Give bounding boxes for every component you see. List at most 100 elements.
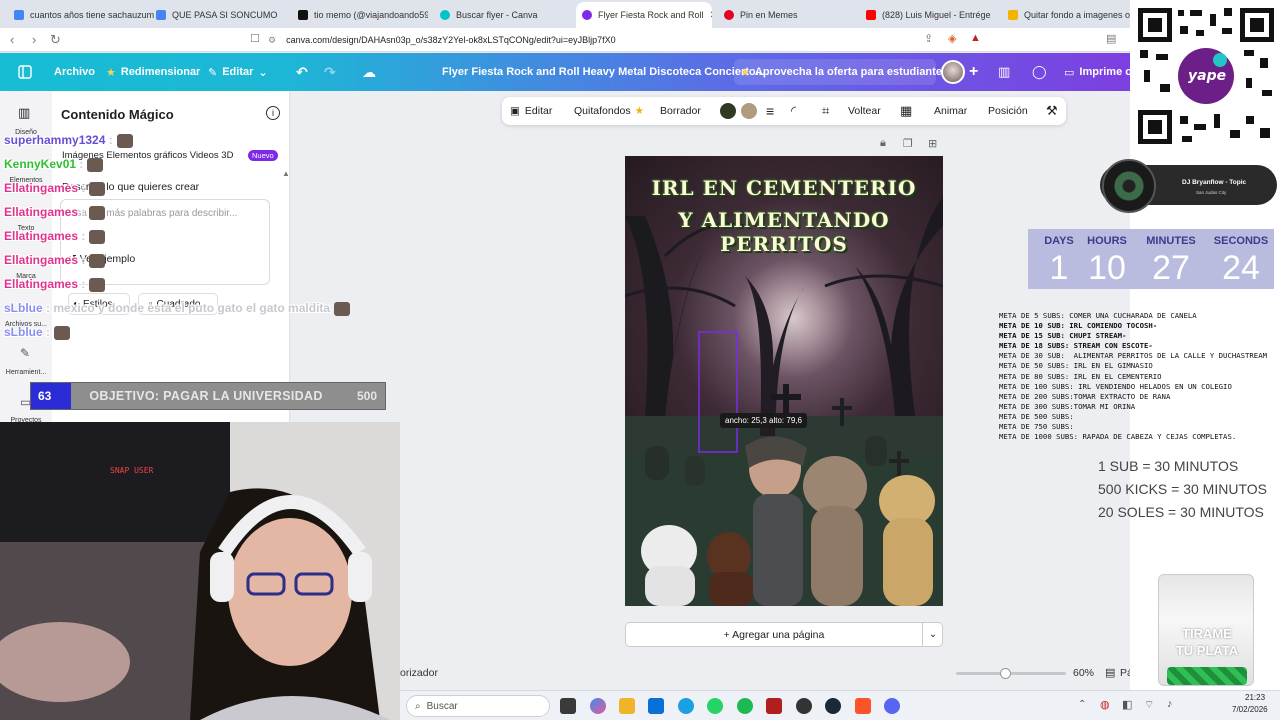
zoom-level[interactable]: 60% [1073, 667, 1094, 679]
document-title[interactable]: Flyer Fiesta Rock and Roll Heavy Metal D… [442, 53, 765, 91]
site-info-icon[interactable]: ⚙ [268, 35, 276, 46]
flyer-canvas[interactable]: IRL EN CEMENTERIO Y ALIMENTANDO PERRITOS [625, 156, 943, 606]
eraser-button[interactable]: Borrador [660, 97, 701, 125]
countdown-minutes: MINUTES 27 [1140, 229, 1202, 288]
chat-text: : [81, 205, 86, 219]
selection-size-tooltip: ancho: 25,3 alto: 79,6 [720, 413, 807, 428]
browser-tab[interactable]: QUE PASA SI SONCUMO MUC [150, 4, 280, 26]
sidebar-toggle-icon[interactable]: ▤ [1106, 32, 1116, 45]
obs-icon[interactable] [796, 698, 812, 714]
archivo-button[interactable]: Archivo [54, 53, 95, 91]
zoom-slider[interactable] [956, 672, 1066, 675]
add-page-button[interactable]: + Agregar una página ⌄ [625, 622, 943, 647]
chat-message: KennyKev01 : [4, 157, 104, 172]
discord-icon[interactable] [884, 698, 900, 714]
comments-icon[interactable]: ◯ [1032, 53, 1047, 91]
corner-rounding-icon[interactable]: ◜ [791, 97, 796, 125]
chevron-down-icon[interactable]: ⌄ [922, 623, 943, 646]
browser-tab[interactable]: cuantos años tiene sachauzum [8, 4, 154, 26]
duplicate-page-icon[interactable]: ❐ [903, 137, 913, 150]
format-painter-icon[interactable]: ⚒ [1046, 97, 1058, 125]
redimensionar-button[interactable]: ★ Redimensionar [106, 53, 200, 91]
back-icon[interactable]: ‹ [10, 32, 14, 47]
insights-icon[interactable]: ▥ [998, 53, 1010, 91]
volume-icon[interactable]: ♪ [1167, 698, 1173, 710]
editar-menu-button[interactable]: ✎ Editar ⌄ [208, 53, 268, 91]
clock-date[interactable]: 7/02/2026 [1232, 705, 1268, 714]
transparency-icon[interactable]: ▦ [900, 97, 912, 125]
canva-icon [440, 10, 450, 20]
color-swatch-tan[interactable] [741, 103, 757, 119]
now-playing-subtitle: San Judas City [1196, 190, 1227, 195]
countdown-label: HOURS [1087, 235, 1127, 247]
sub-goal-line: META DE 200 SUBS:TOMAR EXTRACTO DE RANA [999, 391, 1171, 401]
file-explorer-icon[interactable] [619, 698, 635, 714]
whatsapp-icon[interactable] [707, 698, 723, 714]
browser-tab-active[interactable]: Flyer Fiesta Rock and Roll✕ [576, 2, 712, 28]
tray-icon[interactable]: ◧ [1122, 698, 1132, 711]
countdown-value: 27 [1152, 249, 1190, 287]
tools-icon[interactable]: ✎ [20, 346, 30, 360]
copilot-icon[interactable] [590, 698, 606, 714]
imprime-button[interactable]: ▭ Imprime c [1064, 53, 1131, 91]
removebg-icon [1008, 10, 1018, 20]
undo-icon[interactable]: ↶ [296, 53, 308, 91]
zoom-slider-handle[interactable] [1000, 668, 1011, 679]
task-view-icon[interactable] [560, 698, 576, 714]
flyer-title-line2[interactable]: Y ALIMENTANDO PERRITOS [625, 208, 943, 256]
tip-jar: TIRAME TU PLATA [1158, 574, 1254, 686]
edge-icon[interactable] [678, 698, 694, 714]
wifi-icon[interactable]: ⌔ [1144, 698, 1154, 712]
forward-icon[interactable]: › [32, 32, 36, 47]
reload-icon[interactable]: ↻ [50, 32, 61, 48]
chat-username: Ellatingames [4, 253, 79, 267]
position-button[interactable]: Posición [988, 97, 1028, 125]
emote-icon [87, 157, 104, 172]
chat-username: superhammy1324 [4, 133, 106, 147]
pages-icon[interactable]: ▤ [1105, 666, 1115, 679]
panel-toggle-icon[interactable]: ▥ [18, 105, 30, 121]
remove-background-button[interactable]: Quitafondos ★ [574, 97, 644, 125]
rate-line: 1 SUB = 30 MINUTOS [1098, 458, 1239, 474]
emote-icon [89, 205, 106, 220]
tray-app-icon[interactable]: ◍ [1100, 698, 1110, 711]
close-tab-icon[interactable]: ✕ [710, 10, 712, 21]
flip-button[interactable]: Voltear [848, 97, 881, 125]
browser-tab[interactable]: (828) Luis Miguel - Entrége [860, 4, 996, 26]
clock-time[interactable]: 21:23 [1245, 693, 1265, 702]
rail-item-herramientas[interactable]: Herramient... [0, 369, 52, 376]
menu-icon[interactable] [18, 53, 32, 91]
brave-icon[interactable] [855, 698, 871, 714]
subathon-rates: 1 SUB = 30 MINUTOS 500 KICKS = 30 MINUTO… [1098, 455, 1280, 524]
google-icon [14, 10, 24, 20]
tray-chevron-icon[interactable]: ⌃ [1078, 699, 1086, 710]
browser-tab[interactable]: tio memo (@viajandoando59 [292, 4, 428, 26]
sub-goal-line: META DE 80 SUBS: IRL EN EL CEMENTERIO [999, 371, 1162, 381]
edit-image-button[interactable]: ▣ Editar [510, 97, 552, 125]
border-style-icon[interactable]: ≡ [766, 97, 774, 125]
browser-tab[interactable]: Quitar fondo a imagenes onlin [1002, 4, 1130, 26]
app-icon[interactable] [766, 698, 782, 714]
info-icon[interactable]: i [266, 106, 280, 120]
sub-goal-line: META DE 300 SUBS:TOMAR MI ORINA [999, 401, 1136, 411]
taskbar-search[interactable]: ⌕ Buscar [406, 695, 550, 717]
add-collaborator-icon[interactable]: + [969, 53, 978, 91]
store-icon[interactable] [648, 698, 664, 714]
add-page-icon[interactable]: ⊞ [928, 137, 937, 150]
browser-tab[interactable]: Buscar flyer - Canva [434, 4, 570, 26]
browser-tab[interactable]: Pin en Memes [718, 4, 854, 26]
animate-button[interactable]: Animar [934, 97, 967, 125]
lock-icon[interactable]: 🔒︎ [880, 137, 886, 150]
flyer-title-line1[interactable]: IRL EN CEMENTERIO [625, 176, 943, 200]
steam-icon[interactable] [825, 698, 841, 714]
bookmark-icon[interactable]: ☐ [250, 32, 260, 45]
timer-label[interactable]: orizador [400, 667, 438, 679]
rate-line: 500 KICKS = 30 MINUTOS [1098, 481, 1267, 497]
spotify-icon[interactable] [737, 698, 753, 714]
color-swatch-dark[interactable] [720, 103, 736, 119]
crop-icon[interactable]: ⌗ [822, 97, 829, 125]
avatar[interactable] [941, 60, 965, 84]
redo-icon[interactable]: ↷ [324, 53, 336, 91]
pages-button[interactable]: Páginas [1120, 667, 1130, 679]
url-bar[interactable]: ⚙ canva.com/design/DAHAsn03p_o/s38zY2Yel… [268, 31, 998, 49]
